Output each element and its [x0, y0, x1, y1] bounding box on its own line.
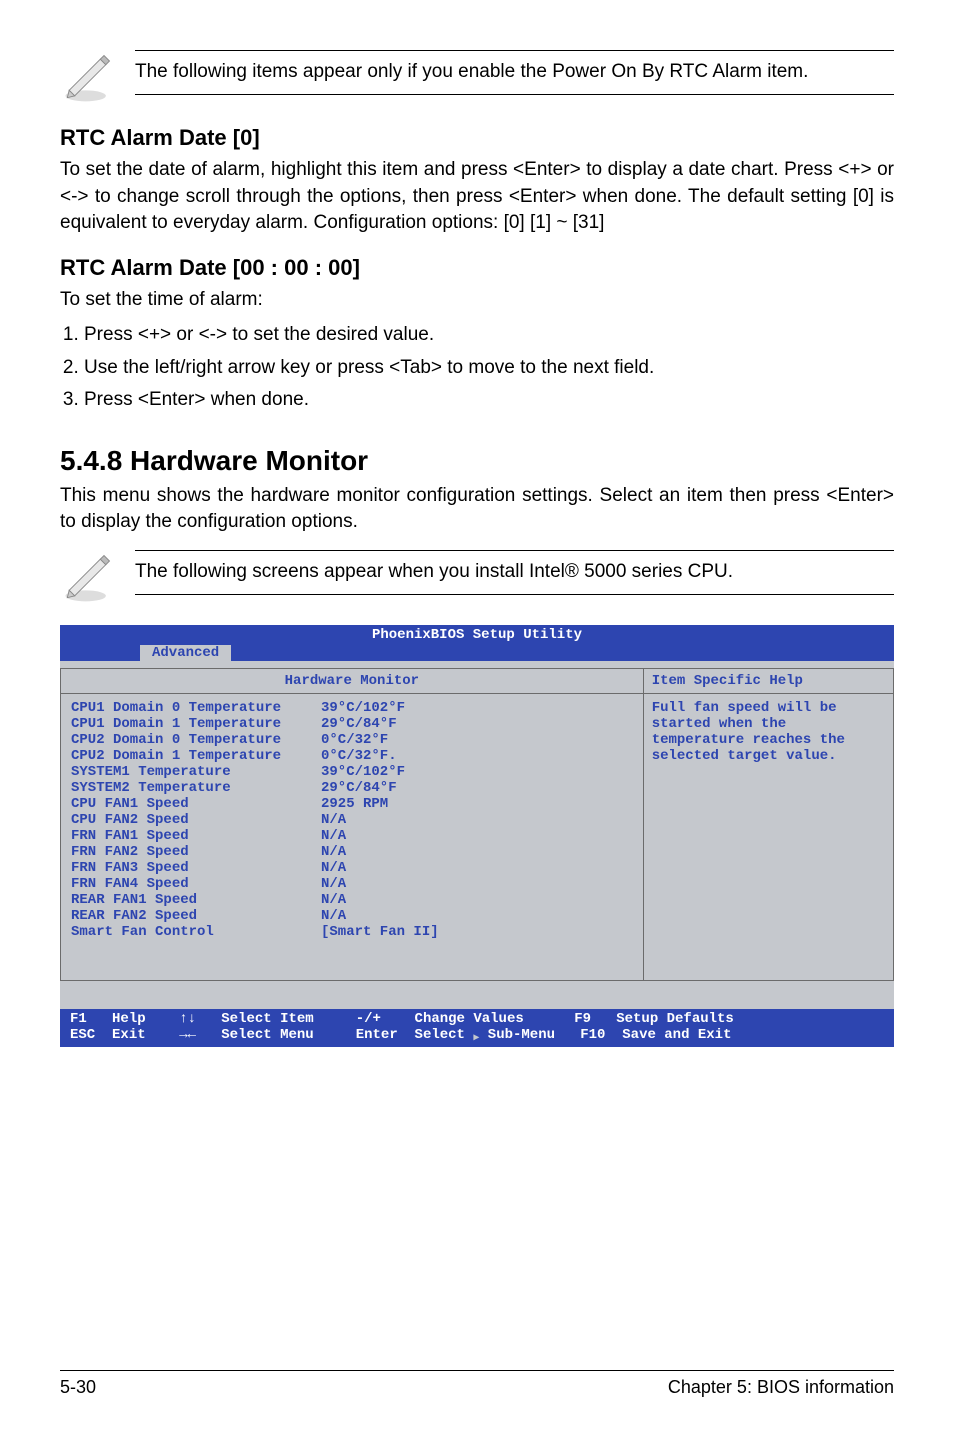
bios-item-value: N/A [321, 828, 346, 844]
bios-item-value: N/A [321, 876, 346, 892]
bios-item-label: REAR FAN2 Speed [71, 908, 321, 924]
bios-item-label: CPU FAN2 Speed [71, 812, 321, 828]
bios-body: Hardware Monitor CPU1 Domain 0 Temperatu… [60, 668, 894, 981]
bios-item-label: CPU FAN1 Speed [71, 796, 321, 812]
bios-item-value: N/A [321, 892, 346, 908]
bios-item-row[interactable]: FRN FAN4 SpeedN/A [71, 876, 633, 892]
bios-item-row[interactable]: SYSTEM1 Temperature39°C/102°F [71, 764, 633, 780]
page-footer: 5-30 Chapter 5: BIOS information [60, 1370, 894, 1398]
key-plusminus: -/+ [356, 1011, 381, 1027]
bios-item-value: N/A [321, 860, 346, 876]
page-number: 5-30 [60, 1377, 96, 1398]
bios-item-value: N/A [321, 908, 346, 924]
bios-footer: F1 Help ↑↓ Select Item -/+ Change Values… [60, 1009, 894, 1047]
bios-item-label: CPU1 Domain 0 Temperature [71, 700, 321, 716]
bios-screenshot: PhoenixBIOS Setup Utility Advanced Hardw… [60, 625, 894, 1047]
label-select-menu: Select Menu [221, 1027, 313, 1043]
rtc-time-steps: Press <+> or <-> to set the desired valu… [60, 321, 894, 415]
bios-item-row[interactable]: CPU2 Domain 1 Temperature0°C/32°F. [71, 748, 633, 764]
key-f1: F1 [70, 1011, 112, 1027]
list-item: Press <+> or <-> to set the desired valu… [84, 321, 894, 350]
bios-item-row[interactable]: CPU FAN1 Speed2925 RPM [71, 796, 633, 812]
bios-item-label: FRN FAN4 Speed [71, 876, 321, 892]
key-esc: ESC [70, 1027, 95, 1043]
bios-item-row[interactable]: CPU1 Domain 0 Temperature39°C/102°F [71, 700, 633, 716]
label-change-values: Change Values [415, 1011, 524, 1027]
list-item: Use the left/right arrow key or press <T… [84, 354, 894, 383]
bios-item-row[interactable]: FRN FAN1 SpeedN/A [71, 828, 633, 844]
chapter-label: Chapter 5: BIOS information [668, 1377, 894, 1398]
bios-title: PhoenixBIOS Setup Utility [60, 625, 894, 645]
bios-item-row[interactable]: FRN FAN3 SpeedN/A [71, 860, 633, 876]
key-leftright: →← [179, 1027, 196, 1043]
bios-item-value: 29°C/84°F [321, 780, 397, 796]
bios-item-row[interactable]: SYSTEM2 Temperature29°C/84°F [71, 780, 633, 796]
bios-item-value: 39°C/102°F [321, 700, 405, 716]
label-select-submenu: Select ▶ Sub-Menu [415, 1027, 555, 1043]
bios-item-label: SYSTEM1 Temperature [71, 764, 321, 780]
bios-item-label: CPU1 Domain 1 Temperature [71, 716, 321, 732]
bios-item-label: Smart Fan Control [71, 924, 321, 940]
key-enter: Enter [356, 1027, 398, 1043]
bios-help-text: Full fan speed will be started when the … [644, 694, 893, 770]
key-f9: F9 [574, 1011, 591, 1027]
bios-item-row[interactable]: CPU FAN2 SpeedN/A [71, 812, 633, 828]
bios-item-label: SYSTEM2 Temperature [71, 780, 321, 796]
bios-item-value: N/A [321, 844, 346, 860]
label-setup-defaults: Setup Defaults [616, 1011, 734, 1027]
bios-item-value: 29°C/84°F [321, 716, 397, 732]
pencil-note-icon [60, 50, 115, 105]
note-text: The following screens appear when you in… [135, 550, 894, 595]
note-text: The following items appear only if you e… [135, 50, 894, 95]
hw-monitor-body: This menu shows the hardware monitor con… [60, 483, 894, 536]
bios-item-label: FRN FAN3 Speed [71, 860, 321, 876]
bios-item-value: [Smart Fan II] [321, 924, 439, 940]
label-exit: Exit [112, 1027, 146, 1043]
triangle-right-icon: ▶ [473, 1033, 479, 1044]
bios-item-row[interactable]: REAR FAN2 SpeedN/A [71, 908, 633, 924]
bios-item-value: 0°C/32°F [321, 732, 388, 748]
bios-item-value: 0°C/32°F. [321, 748, 397, 764]
bios-help-title: Item Specific Help [644, 669, 893, 694]
label-save-exit: Save and Exit [622, 1027, 731, 1043]
note-block-2: The following screens appear when you in… [60, 550, 894, 605]
bios-right-panel: Item Specific Help Full fan speed will b… [644, 669, 893, 980]
pencil-note-icon [60, 550, 115, 605]
bios-item-label: CPU2 Domain 0 Temperature [71, 732, 321, 748]
hw-monitor-heading: 5.4.8 Hardware Monitor [60, 445, 894, 477]
label-help: Help [112, 1011, 146, 1027]
bios-item-value: 39°C/102°F [321, 764, 405, 780]
bios-item-label: CPU2 Domain 1 Temperature [71, 748, 321, 764]
bios-item-row[interactable]: REAR FAN1 SpeedN/A [71, 892, 633, 908]
bios-item-label: FRN FAN1 Speed [71, 828, 321, 844]
bios-item-label: FRN FAN2 Speed [71, 844, 321, 860]
key-f10: F10 [580, 1027, 605, 1043]
bios-item-row[interactable]: CPU1 Domain 1 Temperature29°C/84°F [71, 716, 633, 732]
label-select-item: Select Item [221, 1011, 313, 1027]
bios-item-row[interactable]: Smart Fan Control[Smart Fan II] [71, 924, 633, 940]
bios-tab-advanced[interactable]: Advanced [140, 645, 231, 661]
bios-item-value: N/A [321, 812, 346, 828]
note-block-1: The following items appear only if you e… [60, 50, 894, 105]
bios-tab-bar: Advanced [60, 645, 894, 661]
bios-item-value: 2925 RPM [321, 796, 388, 812]
rtc-time-heading: RTC Alarm Date [00 : 00 : 00] [60, 255, 894, 281]
bios-item-row[interactable]: CPU2 Domain 0 Temperature0°C/32°F [71, 732, 633, 748]
bios-left-panel: Hardware Monitor CPU1 Domain 0 Temperatu… [61, 669, 644, 980]
rtc-date-heading: RTC Alarm Date [0] [60, 125, 894, 151]
bios-item-row[interactable]: FRN FAN2 SpeedN/A [71, 844, 633, 860]
bios-item-label: REAR FAN1 Speed [71, 892, 321, 908]
rtc-time-intro: To set the time of alarm: [60, 287, 894, 314]
bios-panel-title: Hardware Monitor [61, 669, 643, 694]
key-updown: ↑↓ [179, 1011, 196, 1027]
bios-item-list: CPU1 Domain 0 Temperature39°C/102°FCPU1 … [61, 694, 643, 980]
list-item: Press <Enter> when done. [84, 386, 894, 415]
rtc-date-body: To set the date of alarm, highlight this… [60, 157, 894, 237]
